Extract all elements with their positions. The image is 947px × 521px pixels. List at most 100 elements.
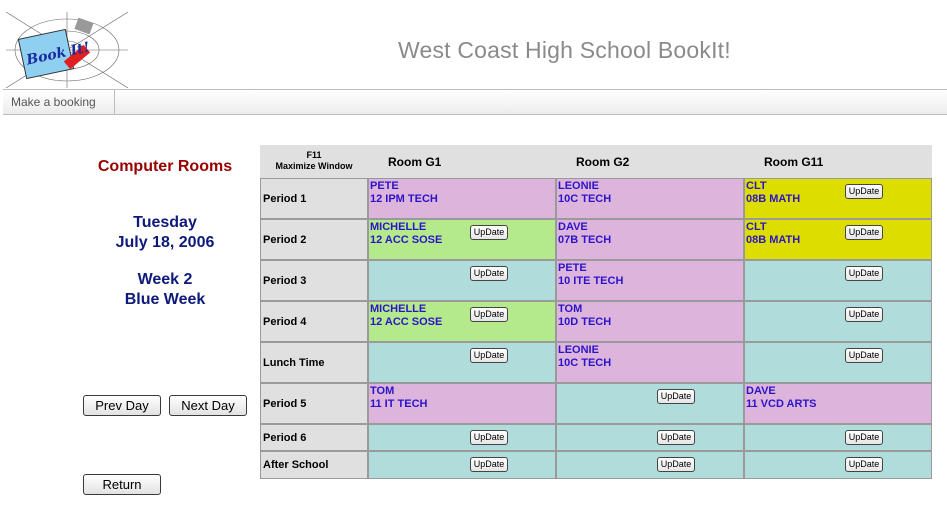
booking-entry: LEONIE 10C TECH — [558, 180, 611, 206]
booking-entry: CLT 08B MATH — [746, 221, 800, 247]
maximize-label: Maximize Window — [275, 161, 353, 171]
booking-cell[interactable]: DAVE 07B TECH — [556, 219, 744, 260]
empty-cell[interactable]: UpDate — [744, 424, 932, 451]
booking-teacher: MICHELLE — [370, 303, 427, 315]
room-header-g11: Room G11 — [764, 155, 824, 169]
menu-bar: Make a booking — [3, 89, 947, 115]
booking-class: 10C TECH — [558, 193, 612, 205]
empty-cell[interactable]: UpDate — [368, 451, 556, 479]
update-button[interactable]: UpDate — [845, 307, 883, 322]
booking-class: 11 IT TECH — [370, 398, 428, 410]
booking-class: 12 IPM TECH — [370, 193, 438, 205]
week-number: Week 2 — [137, 271, 193, 288]
booking-cell[interactable]: MICHELLE 12 ACC SOSE UpDate — [368, 301, 556, 342]
next-day-button[interactable]: Next Day — [169, 395, 247, 416]
make-booking-menu[interactable]: Make a booking — [3, 90, 115, 114]
booking-teacher: MICHELLE — [370, 221, 427, 233]
day-name: Tuesday — [133, 214, 197, 231]
booking-cell[interactable]: LEONIE 10C TECH — [556, 342, 744, 383]
f11-key-label: F11 — [306, 150, 322, 160]
booking-cell[interactable]: CLT 08B MATH UpDate — [744, 178, 932, 219]
update-button[interactable]: UpDate — [845, 266, 883, 281]
booking-class: 11 VCD ARTS — [746, 398, 817, 410]
room-header-g1: Room G1 — [388, 155, 442, 169]
update-button[interactable]: UpDate — [657, 457, 695, 472]
booking-class: 12 ACC SOSE — [370, 316, 443, 328]
booking-teacher: PETE — [558, 262, 587, 274]
update-button[interactable]: UpDate — [470, 266, 508, 281]
booking-entry: TOM 10D TECH — [558, 303, 611, 329]
update-button[interactable]: UpDate — [845, 457, 883, 472]
update-button[interactable]: UpDate — [470, 307, 508, 322]
empty-cell[interactable]: UpDate — [556, 424, 744, 451]
booking-teacher: DAVE — [746, 385, 776, 397]
booking-cell[interactable]: DAVE 11 VCD ARTS — [744, 383, 932, 424]
period-label: Period 3 — [260, 260, 368, 301]
week-display: Week 2 Blue Week — [82, 270, 248, 310]
booking-cell[interactable]: CLT 08B MATH UpDate — [744, 219, 932, 260]
update-button[interactable]: UpDate — [845, 184, 883, 199]
update-button[interactable]: UpDate — [845, 225, 883, 240]
booking-entry: LEONIE 10C TECH — [558, 344, 611, 370]
update-button[interactable]: UpDate — [470, 348, 508, 363]
booking-class: 10C TECH — [558, 357, 612, 369]
booking-class: 10D TECH — [558, 316, 612, 328]
date-text: July 18, 2006 — [115, 234, 215, 251]
booking-cell[interactable]: TOM 10D TECH — [556, 301, 744, 342]
bookit-logo: Book It! — [5, 11, 129, 89]
rooms-category-title: Computer Rooms — [97, 158, 233, 175]
booking-teacher: CLT — [746, 221, 767, 233]
empty-cell[interactable]: UpDate — [368, 260, 556, 301]
empty-cell[interactable]: UpDate — [556, 451, 744, 479]
empty-cell[interactable]: UpDate — [556, 383, 744, 424]
period-label: Lunch Time — [260, 342, 368, 383]
booking-entry: DAVE 11 VCD ARTS — [746, 385, 817, 411]
update-button[interactable]: UpDate — [845, 430, 883, 445]
booking-entry: MICHELLE 12 ACC SOSE — [370, 303, 442, 329]
booking-teacher: CLT — [746, 180, 767, 192]
booking-cell[interactable]: PETE 10 ITE TECH — [556, 260, 744, 301]
booking-class: 12 ACC SOSE — [370, 234, 443, 246]
booking-class: 10 ITE TECH — [558, 275, 624, 287]
booking-class: 08B MATH — [746, 234, 801, 246]
empty-cell[interactable]: UpDate — [744, 451, 932, 479]
booking-teacher: TOM — [558, 303, 583, 315]
booking-entry: PETE 10 ITE TECH — [558, 262, 623, 288]
update-button[interactable]: UpDate — [470, 457, 508, 472]
period-label: After School — [260, 451, 368, 479]
period-label: Period 2 — [260, 219, 368, 260]
update-button[interactable]: UpDate — [470, 430, 508, 445]
empty-cell[interactable]: UpDate — [744, 301, 932, 342]
booking-entry: MICHELLE 12 ACC SOSE — [370, 221, 442, 247]
booking-teacher: LEONIE — [558, 180, 599, 192]
booking-entry: CLT 08B MATH — [746, 180, 800, 206]
booking-cell[interactable]: PETE 12 IPM TECH — [368, 178, 556, 219]
booking-cell[interactable]: TOM 11 IT TECH — [368, 383, 556, 424]
update-button[interactable]: UpDate — [470, 225, 508, 240]
maximize-window-hint[interactable]: F11 Maximize Window — [260, 150, 368, 172]
period-label: Period 4 — [260, 301, 368, 342]
update-button[interactable]: UpDate — [657, 430, 695, 445]
booking-class: 07B TECH — [558, 234, 612, 246]
booking-cell[interactable]: MICHELLE 12 ACC SOSE UpDate — [368, 219, 556, 260]
booking-entry: DAVE 07B TECH — [558, 221, 611, 247]
period-label: Period 1 — [260, 178, 368, 219]
update-button[interactable]: UpDate — [657, 389, 695, 404]
period-label: Period 6 — [260, 424, 368, 451]
empty-cell[interactable]: UpDate — [744, 342, 932, 383]
booking-entry: TOM 11 IT TECH — [370, 385, 427, 411]
booking-teacher: TOM — [370, 385, 395, 397]
return-button[interactable]: Return — [83, 474, 161, 495]
empty-cell[interactable]: UpDate — [744, 260, 932, 301]
booking-class: 08B MATH — [746, 193, 801, 205]
update-button[interactable]: UpDate — [845, 348, 883, 363]
booking-teacher: PETE — [370, 180, 399, 192]
empty-cell[interactable]: UpDate — [368, 342, 556, 383]
booking-teacher: LEONIE — [558, 344, 599, 356]
prev-day-button[interactable]: Prev Day — [83, 395, 161, 416]
week-color: Blue Week — [124, 291, 206, 308]
booking-grid: F11 Maximize Window Room G1 Room G2 Room… — [260, 145, 932, 479]
booking-cell[interactable]: LEONIE 10C TECH — [556, 178, 744, 219]
empty-cell[interactable]: UpDate — [368, 424, 556, 451]
date-display: Tuesday July 18, 2006 — [82, 213, 248, 253]
